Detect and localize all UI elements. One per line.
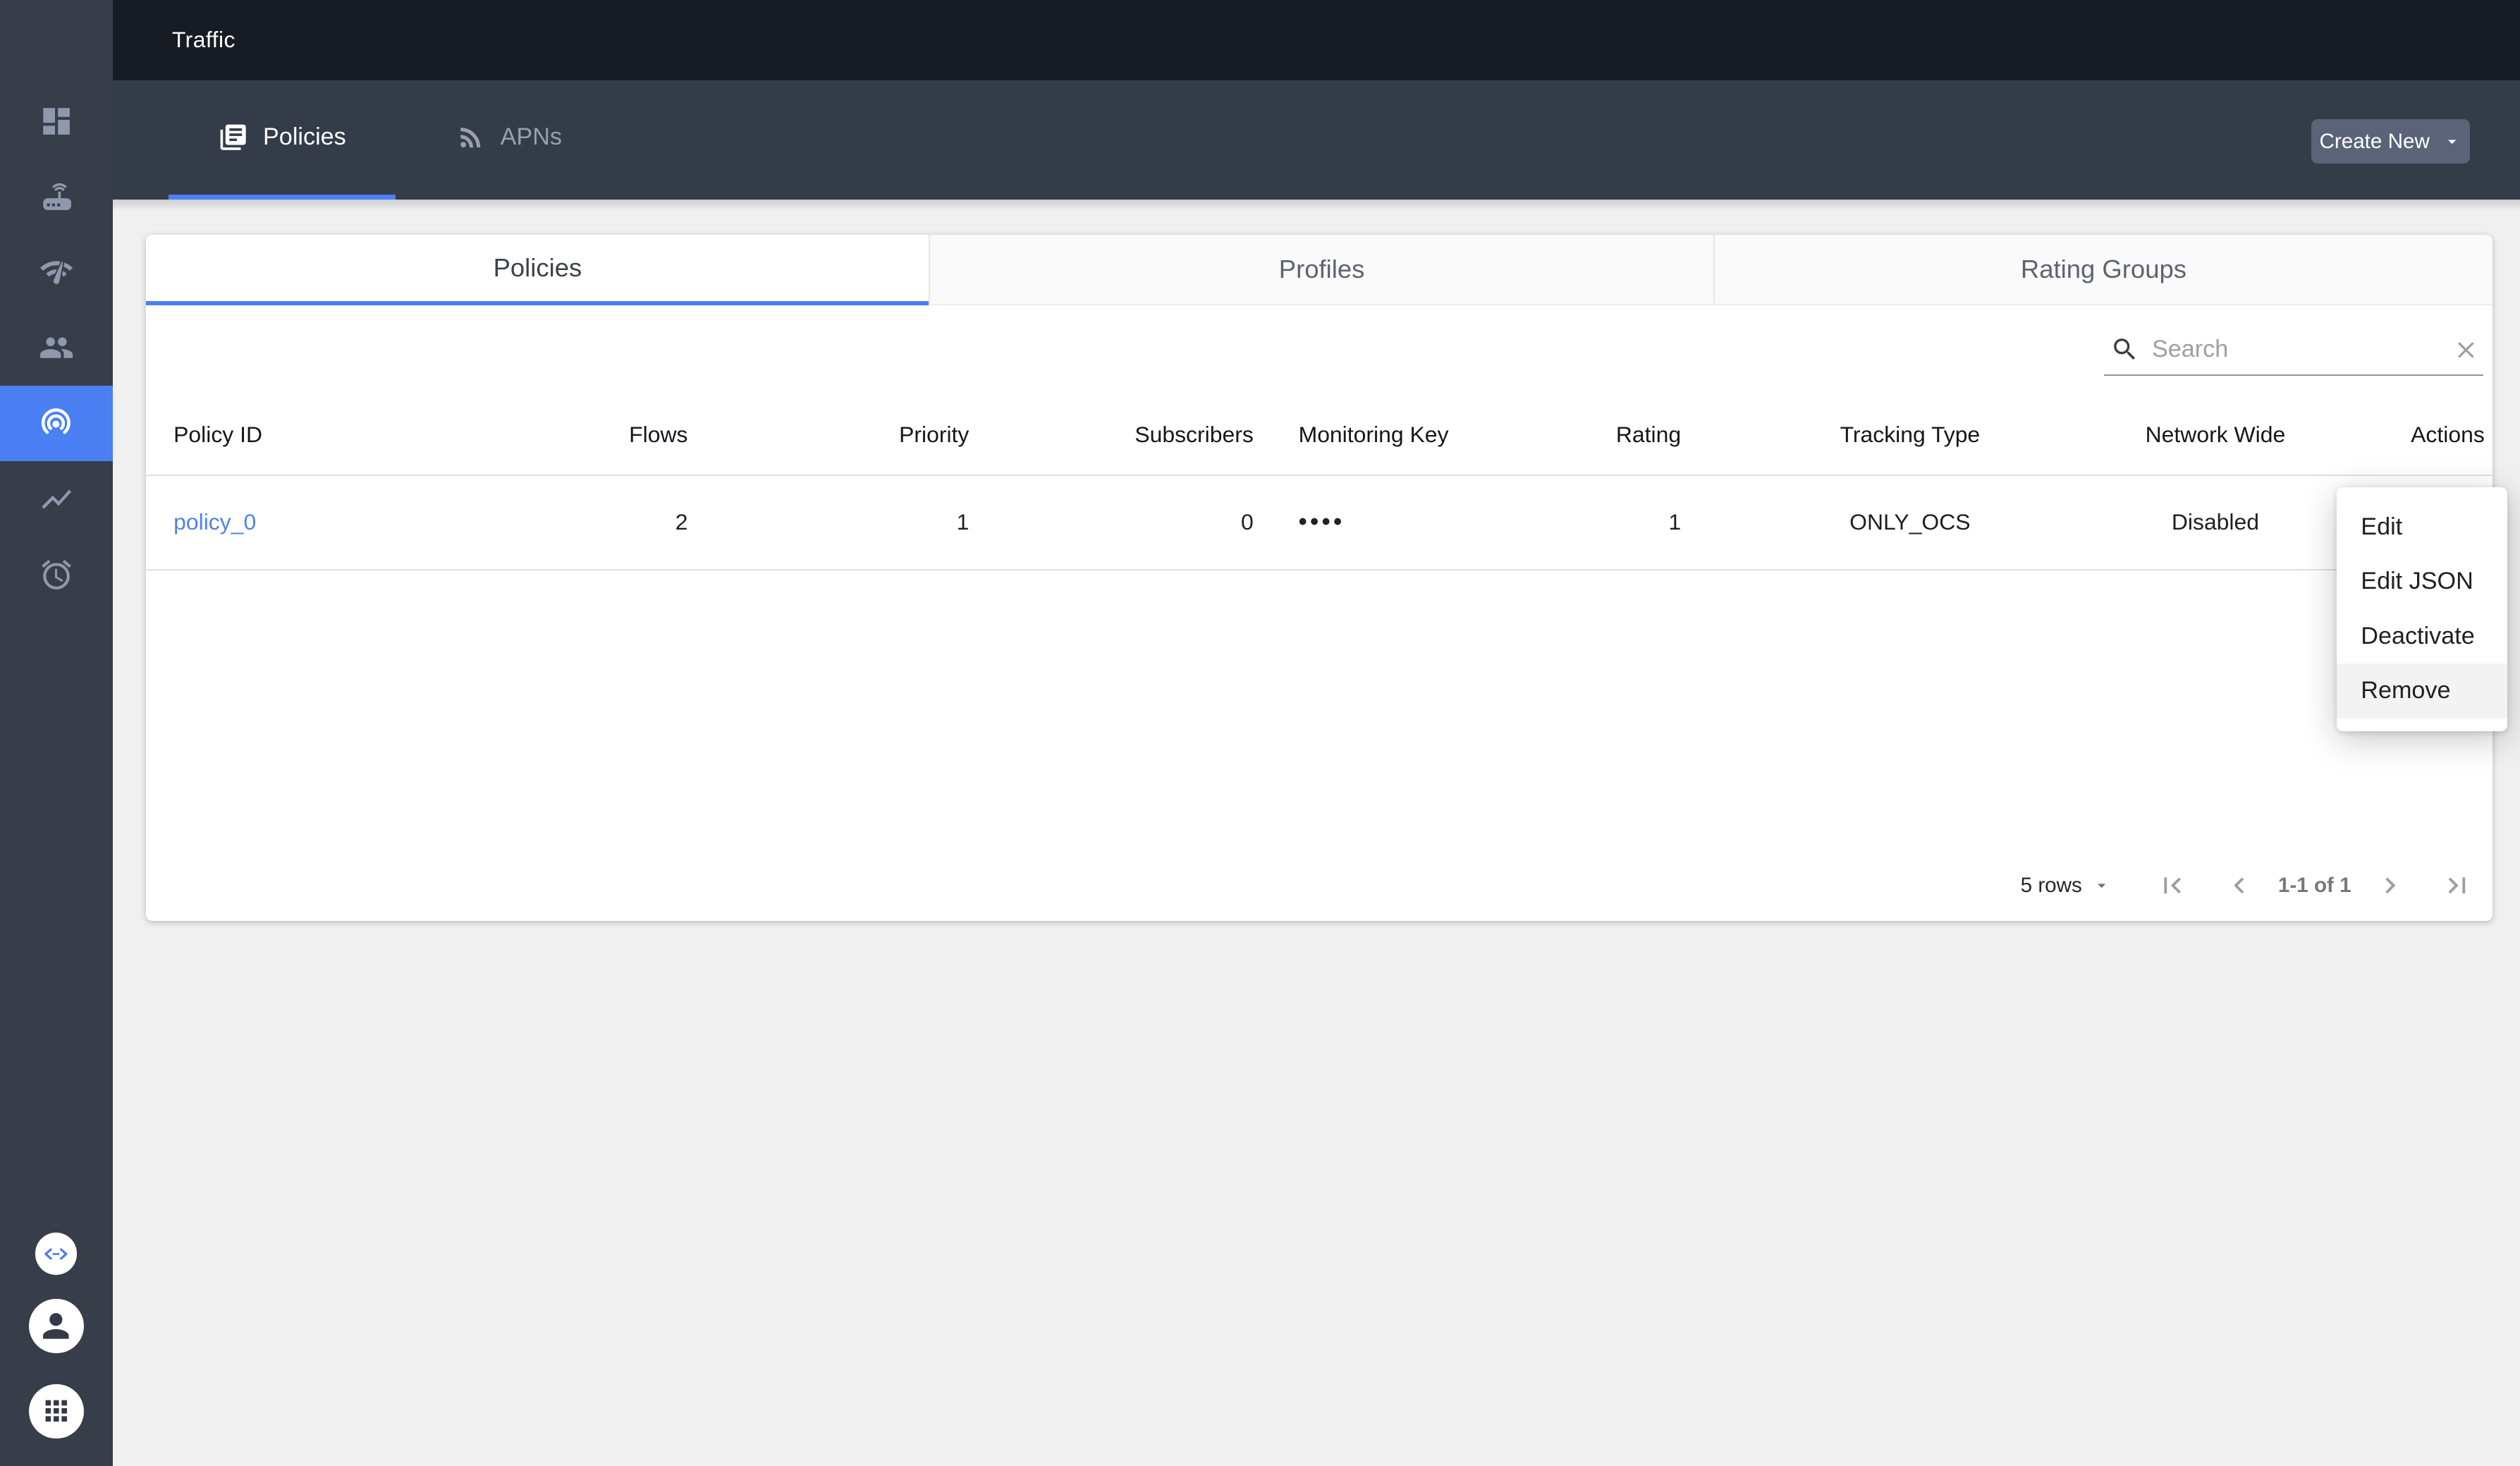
cell-flows: 2	[675, 509, 688, 535]
col-tracking-type: Tracking Type	[1840, 422, 1981, 448]
table-header: Policy ID Flows Priority Subscribers Mon…	[146, 396, 2493, 476]
caret-down-icon	[2442, 132, 2461, 151]
main-content: Policies Profiles Rating Groups Policy I…	[112, 199, 2520, 1466]
sidebar-item-dashboard[interactable]	[0, 84, 113, 159]
first-page-button[interactable]	[2156, 869, 2189, 902]
topbar: Traffic	[112, 0, 2520, 80]
network-check-icon	[39, 255, 74, 290]
people-icon	[39, 330, 74, 365]
rows-per-page-label: 5 rows	[2020, 873, 2082, 897]
sidebar-nav	[0, 84, 113, 613]
card-tab-rating-groups[interactable]: Rating Groups	[1713, 234, 2493, 306]
api-button[interactable]	[35, 1233, 78, 1275]
card-tabs: Policies Profiles Rating Groups	[146, 234, 2493, 306]
page-range-label: 1-1 of 1	[2277, 873, 2351, 897]
tab-policies[interactable]: Policies	[169, 80, 395, 195]
create-new-label: Create New	[2319, 129, 2430, 153]
sidebar	[0, 0, 113, 1466]
account-icon	[37, 1307, 75, 1345]
sidebar-item-traffic-policies[interactable]	[0, 386, 113, 462]
sidebar-item-equipment[interactable]	[0, 159, 113, 235]
menu-item-edit[interactable]: Edit	[2337, 500, 2507, 554]
col-policy-id: Policy ID	[173, 422, 263, 448]
card-tab-policies-label: Policies	[493, 252, 582, 282]
cell-network-wide: Disabled	[2171, 509, 2260, 535]
router-icon	[39, 179, 74, 214]
card-tab-rating-groups-label: Rating Groups	[2020, 254, 2186, 283]
cell-subscribers: 0	[1241, 509, 1254, 535]
sidebar-item-network-check[interactable]	[0, 235, 113, 310]
code-icon	[42, 1240, 70, 1268]
apps-icon	[40, 1395, 73, 1427]
section-tabbar: Policies APNs Create New	[112, 80, 2520, 200]
rows-per-page-select[interactable]: 5 rows	[2021, 874, 2111, 898]
card-tab-profiles-label: Profiles	[1278, 254, 1365, 283]
sidebar-item-alarms[interactable]	[0, 537, 113, 612]
cell-tracking-type: ONLY_OCS	[1849, 509, 1971, 535]
alarm-icon	[39, 557, 74, 592]
sidebar-item-subscribers[interactable]	[0, 310, 113, 386]
tab-apns[interactable]: APNs	[396, 80, 622, 195]
row-actions-menu: Edit Edit JSON Deactivate Remove	[2337, 487, 2507, 732]
card-tab-profiles[interactable]: Profiles	[929, 234, 1713, 306]
card-tab-policies[interactable]: Policies	[146, 234, 929, 306]
last-page-button[interactable]	[2441, 869, 2473, 902]
clear-search-icon[interactable]	[2452, 336, 2480, 364]
next-page-button[interactable]	[2374, 869, 2406, 902]
caret-down-icon	[2092, 876, 2111, 895]
col-priority: Priority	[899, 422, 970, 448]
search-input[interactable]	[2151, 336, 2440, 364]
active-tab-underline	[169, 194, 396, 200]
apps-button[interactable]	[29, 1383, 84, 1438]
col-flows: Flows	[629, 422, 688, 448]
search-icon	[2110, 335, 2139, 364]
account-button[interactable]	[29, 1298, 84, 1354]
tab-policies-label: Policies	[263, 123, 346, 151]
page-title: Traffic	[171, 27, 236, 53]
sidebar-item-metrics[interactable]	[0, 461, 113, 537]
tab-apns-label: APNs	[500, 123, 562, 151]
col-subscribers: Subscribers	[1134, 422, 1254, 448]
table-row: policy_0 2 1 0 •••• 1 ONLY_OCS Disabled	[146, 476, 2493, 571]
dashboard-icon	[39, 104, 74, 139]
policy-id-link[interactable]: policy_0	[173, 509, 256, 535]
cell-priority: 1	[956, 509, 970, 535]
library-books-icon	[218, 122, 248, 152]
search-box	[2103, 324, 2483, 377]
create-new-button[interactable]: Create New	[2311, 118, 2471, 164]
sidebar-bottom	[0, 1233, 113, 1438]
pagination: 5 rows 1-1 of 1	[2021, 857, 2473, 915]
menu-item-deactivate[interactable]: Deactivate	[2337, 609, 2507, 664]
policies-card: Policies Profiles Rating Groups Policy I…	[146, 234, 2493, 922]
chart-icon	[39, 482, 74, 517]
col-rating: Rating	[1615, 422, 1682, 448]
menu-item-edit-json[interactable]: Edit JSON	[2337, 554, 2507, 609]
wifi-tethering-icon	[37, 404, 75, 443]
cell-monitoring-key: ••••	[1298, 508, 1345, 536]
menu-item-remove[interactable]: Remove	[2337, 664, 2507, 719]
prev-page-button[interactable]	[2223, 869, 2256, 902]
cell-rating: 1	[1668, 509, 1682, 535]
col-monitoring-key: Monitoring Key	[1298, 422, 1449, 448]
col-actions: Actions	[2411, 422, 2485, 448]
rss-icon	[455, 122, 486, 152]
col-network-wide: Network Wide	[2145, 422, 2286, 448]
